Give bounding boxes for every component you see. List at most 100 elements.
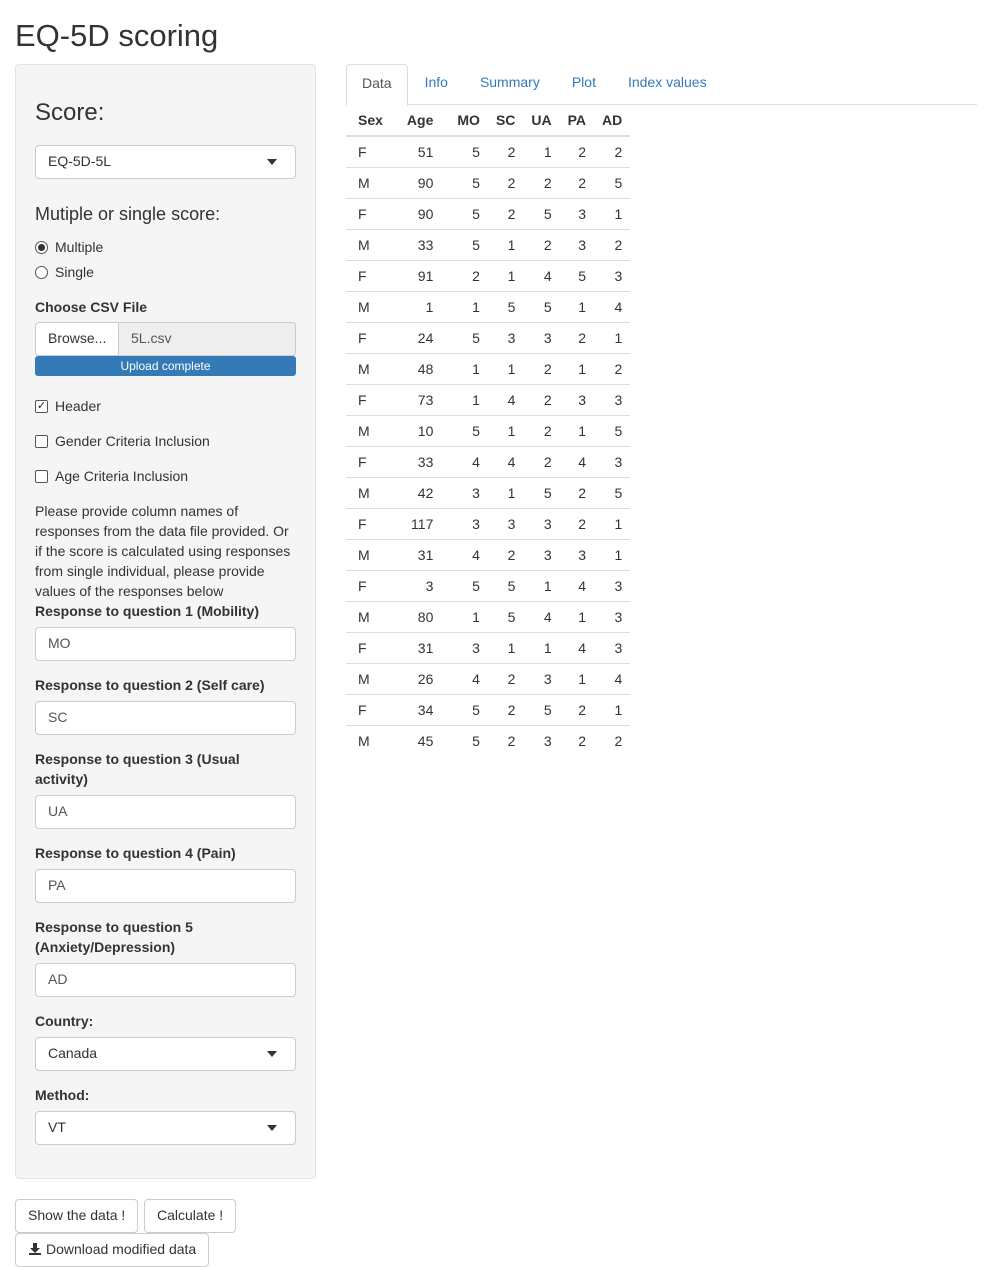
- radio-single[interactable]: Single: [35, 264, 94, 280]
- table-cell: 3: [559, 197, 595, 229]
- table-cell: 5: [487, 290, 524, 322]
- table-row: F 33 4 4 2 4 3: [346, 445, 631, 477]
- table-cell: 4: [441, 445, 488, 477]
- table-cell: 3: [523, 724, 560, 756]
- table-cell: 24: [396, 321, 442, 353]
- table-cell: 3: [594, 600, 631, 632]
- table-cell: 80: [396, 600, 442, 632]
- q3-label: Response to question 3 (Usual activity): [35, 751, 240, 787]
- q2-input[interactable]: SC: [35, 701, 296, 735]
- table-cell: 2: [559, 476, 595, 508]
- calculate-button[interactable]: Calculate !: [144, 1199, 237, 1233]
- gender-checkbox-label: Gender Criteria Inclusion: [55, 433, 210, 449]
- browse-button[interactable]: Browse...: [35, 322, 119, 356]
- table-cell: 3: [594, 569, 631, 601]
- table-row: F355143: [346, 569, 631, 601]
- tab-data[interactable]: Data: [346, 64, 408, 106]
- table-row: M 90 5 2 2 2 5: [346, 166, 631, 198]
- caret-down-icon: [267, 1125, 277, 1131]
- age-checkbox[interactable]: Age Criteria Inclusion: [35, 468, 188, 484]
- q3-input[interactable]: UA: [35, 795, 296, 829]
- sidebar-panel: Score: EQ-5D-5L Mutiple or single score:…: [15, 64, 316, 1179]
- table-cell: F: [346, 259, 397, 291]
- table-cell: 5: [523, 197, 560, 229]
- table-cell: 2: [487, 135, 524, 167]
- table-cell: 45: [396, 724, 442, 756]
- show-data-button[interactable]: Show the data !: [15, 1199, 139, 1233]
- table-cell: 1: [594, 693, 631, 725]
- tab-index-values[interactable]: Index values: [613, 64, 722, 105]
- table-row: F 34 5 2 5 2 1: [346, 693, 631, 725]
- table-cell: 2: [559, 321, 595, 353]
- table-cell: 73: [396, 383, 442, 415]
- table-cell: 33: [396, 445, 442, 477]
- table-cell: 1: [441, 383, 488, 415]
- table-cell: M: [346, 166, 397, 198]
- column-header-pa: PA: [559, 105, 595, 137]
- method-select-value: VT: [48, 1119, 66, 1135]
- table-cell: 2: [523, 383, 560, 415]
- table-cell: 3: [441, 507, 488, 539]
- q4-input[interactable]: PA: [35, 869, 296, 903]
- table-cell: 1: [487, 259, 524, 291]
- table-cell: 1: [594, 197, 631, 229]
- table-cell: F: [346, 445, 397, 477]
- checkbox-empty-icon[interactable]: [35, 434, 48, 448]
- table-cell: 4: [441, 662, 488, 694]
- tab-plot[interactable]: Plot: [557, 64, 611, 105]
- table-cell: 2: [559, 135, 595, 167]
- gender-checkbox[interactable]: Gender Criteria Inclusion: [35, 433, 210, 449]
- table-cell: F: [346, 197, 397, 229]
- table-row: F 24 5 3 3 2 1: [346, 321, 631, 353]
- table-cell: 2: [487, 724, 524, 756]
- table-cell: 3: [594, 383, 631, 415]
- method-label: Method:: [35, 1087, 90, 1103]
- country-select[interactable]: Canada: [35, 1037, 296, 1071]
- q1-input[interactable]: MO: [35, 627, 296, 661]
- table-cell: M: [346, 352, 397, 384]
- checkmark-icon[interactable]: ✓: [35, 399, 48, 413]
- checkbox-empty-icon[interactable]: [35, 469, 48, 483]
- q4-label: Response to question 4 (Pain): [35, 845, 236, 861]
- table-cell: 4: [487, 445, 524, 477]
- table-cell: 26: [396, 662, 442, 694]
- file-name-field: 5L.csv: [119, 322, 296, 356]
- table-cell: 5: [441, 321, 488, 353]
- method-select[interactable]: VT: [35, 1111, 296, 1145]
- table-cell: 2: [487, 197, 524, 229]
- score-select[interactable]: EQ-5D-5L: [35, 145, 296, 179]
- radio-multiple[interactable]: Multiple: [35, 239, 103, 255]
- header-checkbox[interactable]: ✓ Header: [35, 398, 101, 414]
- table-row: M 10 5 1 2 1 5: [346, 414, 631, 446]
- table-cell: 34: [396, 693, 442, 725]
- q5-input[interactable]: AD: [35, 963, 296, 997]
- column-header-ad: AD: [594, 105, 631, 137]
- table-cell: 3: [594, 259, 631, 291]
- table-cell: 1: [559, 600, 595, 632]
- table-cell: 1: [441, 290, 488, 322]
- tab-info[interactable]: Info: [410, 64, 463, 105]
- table-cell: 3: [523, 662, 560, 694]
- tab-summary[interactable]: Summary: [465, 64, 555, 105]
- q5-label: Response to question 5 (Anxiety/Depressi…: [35, 919, 193, 955]
- caret-down-icon: [267, 159, 277, 165]
- column-header-sc: SC: [487, 105, 524, 137]
- table-cell: M: [346, 290, 397, 322]
- table-cell: 5: [441, 693, 488, 725]
- age-checkbox-label: Age Criteria Inclusion: [55, 468, 189, 484]
- table-cell: 5: [441, 414, 488, 446]
- table-cell: 2: [559, 693, 595, 725]
- table-cell: 3: [594, 631, 631, 663]
- table-cell: 2: [594, 352, 631, 384]
- table-cell: 5: [441, 724, 488, 756]
- header-checkbox-label: Header: [55, 398, 101, 414]
- table-cell: 31: [396, 538, 442, 570]
- table-cell: 90: [396, 197, 442, 229]
- download-button[interactable]: Download modified data: [15, 1233, 210, 1267]
- table-row: M 26 4 2 3 1 4: [346, 662, 631, 694]
- table-cell: M: [346, 724, 397, 756]
- table-header-row: Sex Age MO SC UA PA AD: [346, 105, 631, 137]
- table-cell: 5: [487, 600, 524, 632]
- radio-checked-icon[interactable]: [35, 240, 48, 254]
- radio-unchecked-icon[interactable]: [35, 265, 48, 279]
